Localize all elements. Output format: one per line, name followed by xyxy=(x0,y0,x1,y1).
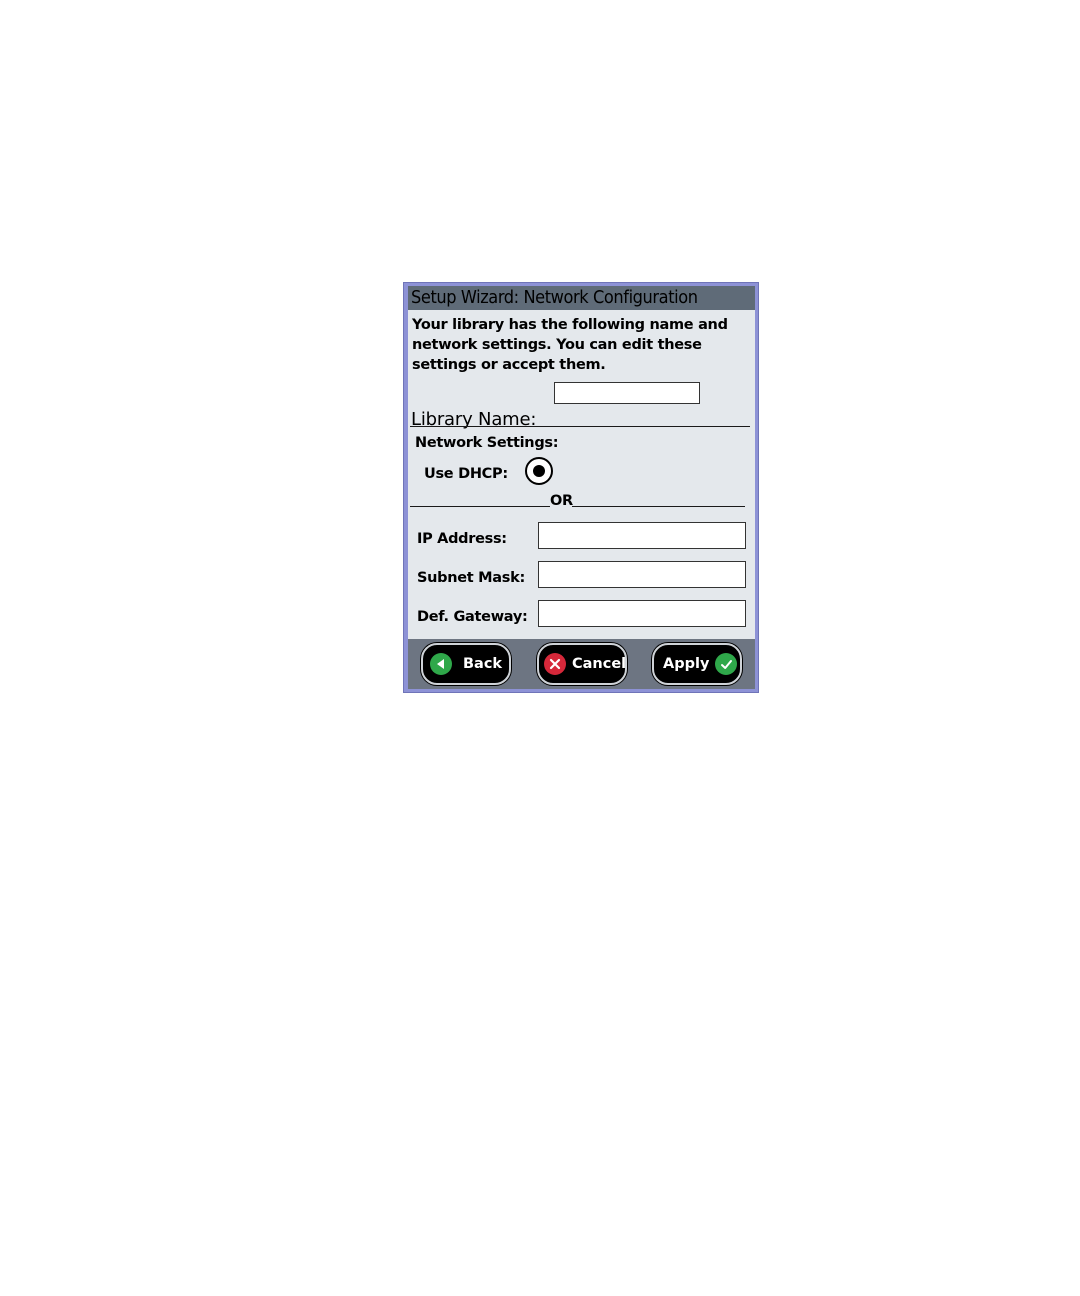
default-gateway-field[interactable] xyxy=(538,600,746,627)
back-button[interactable]: Back xyxy=(421,643,511,685)
use-dhcp-radio[interactable] xyxy=(525,457,553,485)
network-settings-heading: Network Settings: xyxy=(415,435,559,451)
intro-text: Your library has the following name and … xyxy=(412,317,728,373)
ip-address-label: IP Address: xyxy=(417,531,507,547)
library-name-label: Library Name: xyxy=(411,409,537,430)
cancel-button-label: Cancel xyxy=(572,656,627,672)
back-button-label: Back xyxy=(463,656,503,672)
or-divider-right xyxy=(572,506,745,507)
button-bar: Back Cancel Apply xyxy=(408,639,755,689)
use-dhcp-label: Use DHCP: xyxy=(424,466,508,482)
subnet-mask-field[interactable] xyxy=(538,561,746,588)
ip-address-field[interactable] xyxy=(538,522,746,549)
default-gateway-label: Def. Gateway: xyxy=(417,609,528,625)
section-divider xyxy=(410,426,750,427)
checkmark-icon xyxy=(715,653,738,675)
window-title: Setup Wizard: Network Configuration xyxy=(408,286,755,310)
library-name-field[interactable] xyxy=(554,382,700,404)
radio-selected-dot xyxy=(533,465,545,477)
back-arrow-icon xyxy=(430,653,452,675)
cancel-x-icon xyxy=(544,653,566,675)
or-divider-left xyxy=(410,506,550,507)
setup-wizard-window: Setup Wizard: Network Configuration Your… xyxy=(403,282,759,693)
content-panel: Your library has the following name and … xyxy=(408,310,755,639)
cancel-button[interactable]: Cancel xyxy=(537,643,627,685)
apply-button[interactable]: Apply xyxy=(652,643,742,685)
subnet-mask-label: Subnet Mask: xyxy=(417,570,525,586)
apply-button-label: Apply xyxy=(663,656,710,672)
or-label: OR xyxy=(550,493,573,509)
